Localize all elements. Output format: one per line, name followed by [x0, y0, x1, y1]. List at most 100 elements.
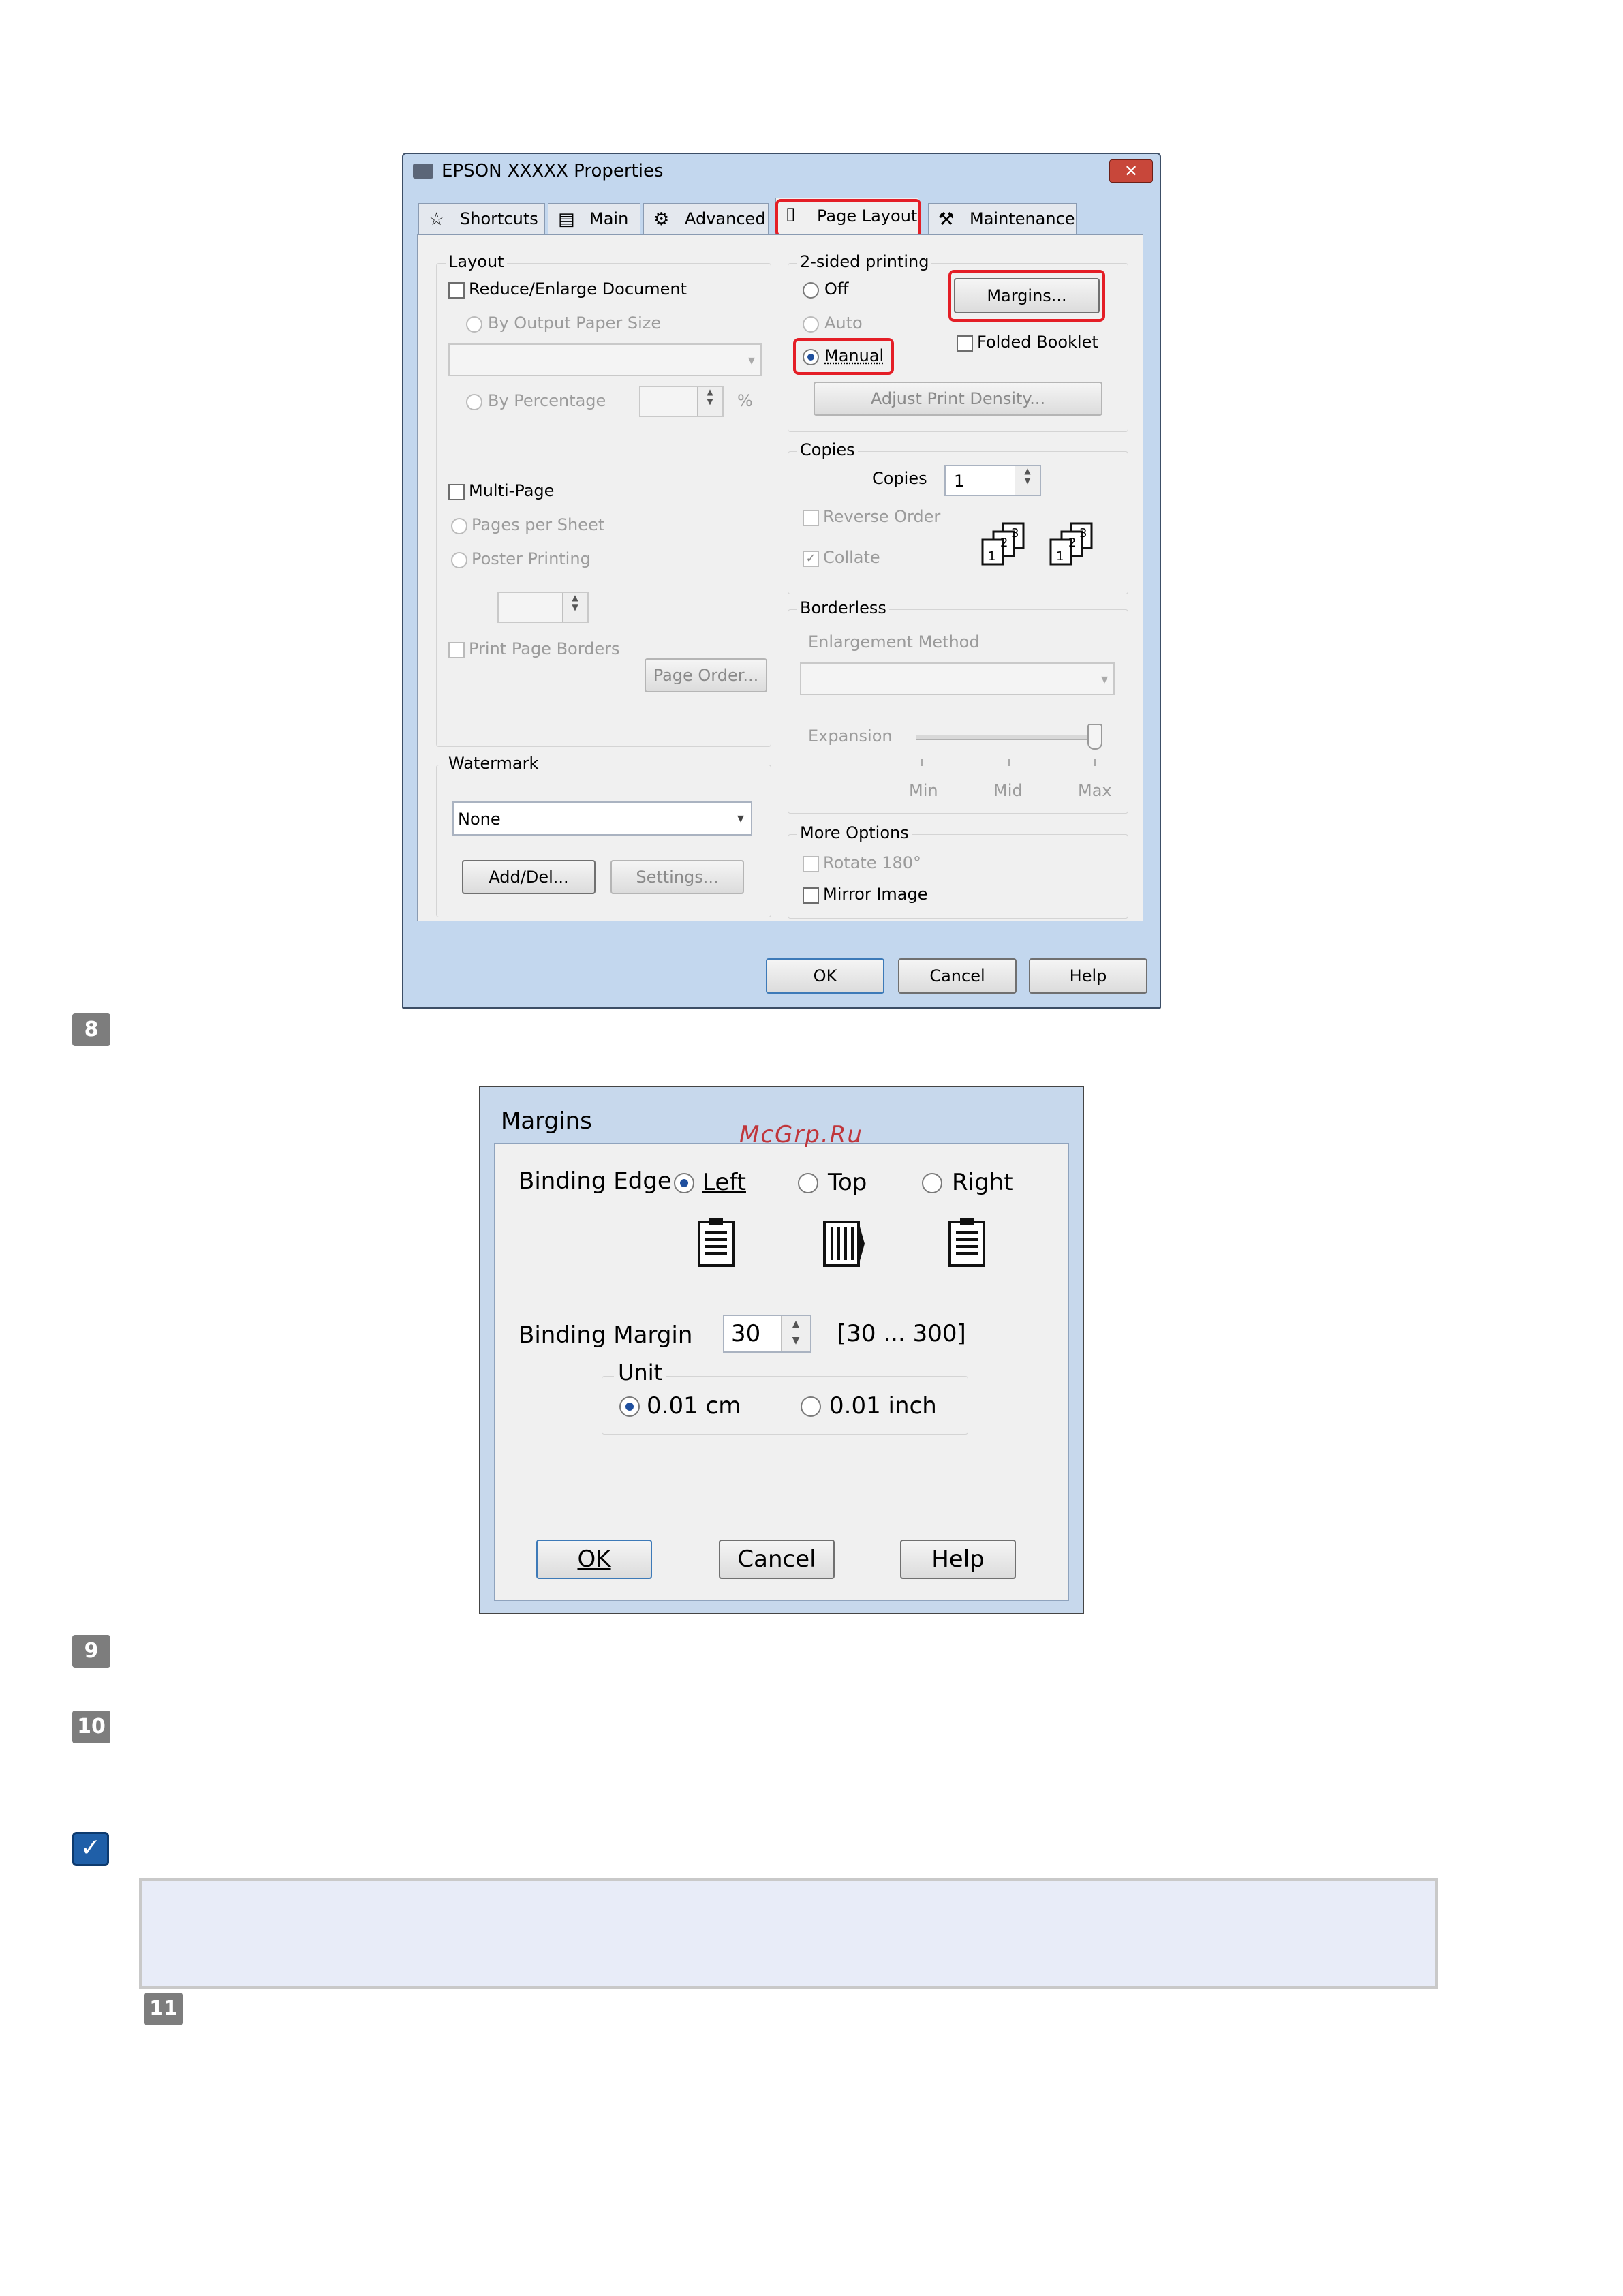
collate-pages-icon: 123 — [980, 522, 1037, 567]
layout-group-label: Layout — [446, 252, 507, 271]
enlargement-method-select[interactable]: ▾ — [800, 662, 1115, 695]
rotate-180-checkbox[interactable] — [803, 856, 819, 872]
adjust-density-button[interactable]: Adjust Print Density... — [814, 382, 1102, 416]
watermark-group — [436, 765, 771, 917]
pages-count-stepper[interactable]: ▲ ▼ — [497, 592, 589, 623]
help-button[interactable]: Help — [1029, 958, 1147, 994]
folded-booklet-checkbox[interactable] — [957, 335, 973, 352]
copies-stepper[interactable]: 1 ▲ ▼ — [944, 465, 1041, 496]
mirror-image-checkbox[interactable] — [803, 887, 819, 904]
margins-dialog-body — [494, 1143, 1069, 1601]
tab-advanced[interactable]: ⚙ Advanced — [643, 203, 769, 234]
print-page-borders-checkbox[interactable] — [448, 642, 465, 658]
star-icon: ☆ — [429, 209, 445, 230]
binding-margin-stepper[interactable]: 30 ▲ ▼ — [723, 1315, 812, 1353]
tab-shortcuts[interactable]: ☆ Shortcuts — [418, 203, 545, 234]
binding-top-radio[interactable] — [798, 1173, 818, 1193]
watermark-select-value: None — [458, 810, 501, 829]
reverse-order-label: Reverse Order — [823, 507, 941, 526]
svg-text:2: 2 — [1000, 536, 1008, 550]
margins-ok-button[interactable]: OK — [536, 1540, 652, 1579]
unit-cm-radio[interactable] — [619, 1396, 640, 1417]
two-sided-off-label: Off — [824, 279, 849, 299]
chevron-down-icon: ▾ — [747, 352, 755, 368]
stepper-arrows-icon[interactable]: ▲ ▼ — [562, 593, 587, 622]
binding-right-page-icon — [948, 1216, 986, 1270]
svg-text:1: 1 — [1056, 549, 1064, 564]
svg-text:2: 2 — [1068, 536, 1076, 550]
collate-label: Collate — [823, 548, 880, 567]
pages-per-sheet-radio[interactable] — [451, 518, 467, 534]
binding-right-label: Right — [952, 1169, 1013, 1196]
close-button[interactable]: ✕ — [1109, 159, 1153, 183]
cancel-button[interactable]: Cancel — [898, 958, 1017, 994]
note-box — [139, 1878, 1438, 1989]
watermark-group-label: Watermark — [446, 754, 542, 773]
watermark-settings-button[interactable]: Settings... — [610, 860, 744, 894]
ok-button[interactable]: OK — [766, 958, 884, 994]
unit-inch-radio[interactable] — [801, 1396, 821, 1417]
chevron-down-icon: ▾ — [1100, 671, 1108, 687]
watermark-select[interactable]: None ▾ — [452, 801, 752, 836]
binding-right-radio[interactable] — [922, 1173, 942, 1193]
binding-top-page-icon — [822, 1216, 866, 1270]
step-9-badge: 9 — [72, 1635, 110, 1668]
stepper-arrows-icon[interactable]: ▲ ▼ — [1015, 466, 1040, 495]
enlargement-method-label: Enlargement Method — [808, 632, 980, 652]
binding-left-label: Left — [702, 1169, 746, 1196]
margins-dialog-title: Margins — [501, 1107, 592, 1135]
expansion-slider-handle[interactable] — [1087, 724, 1102, 750]
reduce-enlarge-checkbox[interactable] — [448, 282, 465, 299]
binding-edge-label: Binding Edge — [519, 1167, 672, 1195]
poster-printing-radio[interactable] — [451, 552, 467, 568]
tab-maintenance[interactable]: ⚒ Maintenance — [928, 203, 1077, 234]
svg-text:1: 1 — [988, 549, 995, 564]
page-order-button[interactable]: Page Order... — [645, 658, 767, 692]
note-checkmark-icon: ✓ — [72, 1832, 109, 1866]
slider-tick-mid — [1008, 759, 1010, 766]
expansion-slider-track[interactable] — [916, 735, 1096, 740]
pages-per-sheet-label: Pages per Sheet — [472, 515, 605, 534]
step-8-badge: 8 — [72, 1013, 110, 1046]
copies-group-label: Copies — [797, 440, 858, 459]
stepper-arrows-icon[interactable]: ▲ ▼ — [781, 1316, 810, 1351]
slider-min-label: Min — [909, 781, 938, 800]
output-paper-select[interactable]: ▾ — [448, 343, 762, 376]
binding-left-radio[interactable] — [674, 1173, 694, 1193]
printer-properties-window: EPSON XXXXX Properties ✕ ☆ Shortcuts ▤ M… — [402, 153, 1161, 1009]
reverse-order-checkbox[interactable] — [803, 510, 819, 526]
svg-text:3: 3 — [1079, 526, 1087, 540]
slider-max-label: Max — [1078, 781, 1112, 800]
add-del-button[interactable]: Add/Del... — [462, 860, 596, 894]
tab-main[interactable]: ▤ Main — [548, 203, 640, 234]
title-bar: EPSON XXXXX Properties ✕ — [403, 154, 1160, 189]
stepper-arrows-icon[interactable]: ▲ ▼ — [697, 387, 722, 416]
slider-mid-label: Mid — [993, 781, 1023, 800]
percent-sign: % — [737, 391, 753, 410]
highlight-manual — [793, 338, 894, 375]
expansion-label: Expansion — [808, 726, 893, 746]
two-sided-off-radio[interactable] — [803, 282, 819, 299]
window-title: EPSON XXXXX Properties — [442, 161, 664, 181]
two-sided-group-label: 2-sided printing — [797, 252, 932, 271]
percentage-stepper[interactable]: ▲ ▼ — [639, 386, 724, 417]
printer-tab-icon: ▤ — [558, 209, 575, 230]
svg-text:3: 3 — [1011, 526, 1019, 540]
mirror-image-label: Mirror Image — [823, 885, 928, 904]
step-11-badge: 11 — [144, 1993, 183, 2025]
reduce-enlarge-label: Reduce/Enlarge Document — [469, 279, 687, 299]
unit-cm-label: 0.01 cm — [647, 1392, 741, 1420]
collate-checkbox[interactable]: ✓ — [803, 551, 819, 567]
binding-margin-label: Binding Margin — [519, 1321, 693, 1349]
margins-cancel-button[interactable]: Cancel — [719, 1540, 835, 1579]
two-sided-auto-radio[interactable] — [803, 316, 819, 333]
multi-page-checkbox[interactable] — [448, 484, 465, 500]
binding-margin-range: [30 ... 300] — [837, 1320, 966, 1347]
print-page-borders-label: Print Page Borders — [469, 639, 620, 658]
highlight-margins-button — [948, 270, 1105, 322]
by-percentage-radio[interactable] — [466, 394, 482, 410]
by-percentage-label: By Percentage — [488, 391, 606, 410]
margins-help-button[interactable]: Help — [900, 1540, 1016, 1579]
by-output-paper-radio[interactable] — [466, 316, 482, 333]
unit-group-label: Unit — [614, 1360, 667, 1386]
